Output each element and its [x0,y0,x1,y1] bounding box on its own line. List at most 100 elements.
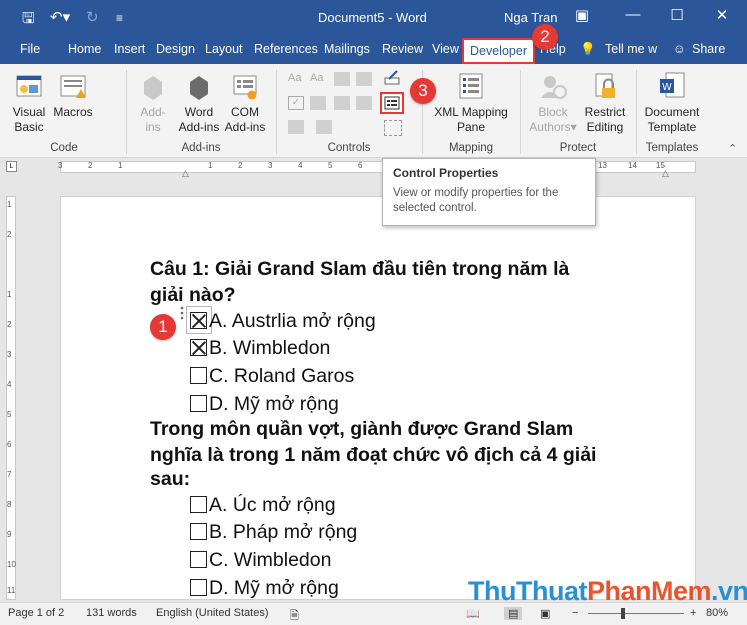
checkbox[interactable] [190,523,207,540]
addins-label-1: Add- [140,105,166,119]
block-authors-label-1: Block [538,105,568,119]
checkbox[interactable] [190,367,207,384]
zoom-slider[interactable] [588,613,684,614]
print-layout-icon[interactable]: ▤ [504,607,523,620]
language-indicator[interactable]: English (United States) [156,607,269,619]
proofing-icon[interactable]: 🗎 [290,607,299,625]
page-count[interactable]: Page 1 of 2 [8,607,64,619]
minimize-icon[interactable]: — [621,6,645,23]
checkbox-control-icon[interactable]: ✓ [288,96,304,110]
web-layout-icon[interactable]: ▣ [540,607,550,620]
ruler-tick: 9 [7,530,12,539]
word-count[interactable]: 131 words [86,607,137,619]
ribbon-tabs: File Home Insert Design Layout Reference… [0,36,747,64]
collapse-ribbon-icon[interactable]: ⌃ [728,142,737,155]
option-row[interactable]: B. Wimbledon [190,337,330,360]
xml-mapping-label-1: XML Mapping [434,105,508,119]
macros-button[interactable]: Macros [52,70,94,120]
tooltip-body-line-1: View or modify properties for the [393,187,559,199]
option-row[interactable]: C. Wimbledon [190,549,331,572]
tab-references[interactable]: References [254,42,318,56]
checkbox[interactable] [190,496,207,513]
control-properties-button[interactable] [380,92,404,114]
tab-layout[interactable]: Layout [205,42,243,56]
checkbox[interactable] [190,312,207,329]
repeating-section-control-icon[interactable] [288,120,304,134]
svg-text:W: W [662,82,672,93]
option-row[interactable]: C. Roland Garos [190,365,354,388]
restrict-editing-button[interactable]: Restrict Editing [580,70,630,135]
save-icon[interactable]: 🖫 [22,8,35,33]
xml-mapping-pane-button[interactable]: XML Mapping Pane [430,70,512,135]
checkbox[interactable] [190,395,207,412]
zoom-slider-thumb[interactable] [621,608,625,619]
tab-selector-icon[interactable]: L [6,161,17,172]
com-addins-button[interactable]: COM Add-ins [222,70,268,135]
document-page[interactable] [60,196,696,600]
undo-icon[interactable]: ↶▾ [50,8,70,26]
block-authors-button[interactable]: Block Authors▾ [526,70,580,135]
visual-basic-button[interactable]: Visual Basic [8,70,50,135]
xml-mapping-icon [459,73,483,99]
checkbox[interactable] [190,551,207,568]
option-row[interactable]: D. Mỹ mở rộng [190,577,339,600]
word-addins-label-2: Add-ins [178,120,220,134]
share-button[interactable]: Share [692,42,725,56]
option-row[interactable]: B. Pháp mở rộng [190,521,357,544]
tab-review[interactable]: Review [382,42,423,56]
protect-group-label: Protect [559,142,597,154]
maximize-icon[interactable]: ☐ [665,6,689,24]
user-name[interactable]: Nga Tran [504,10,557,25]
group-separator [520,70,521,154]
ruler-tick: 1 [208,161,213,170]
read-mode-icon[interactable]: 📖 [466,607,480,620]
tab-design[interactable]: Design [156,42,195,56]
zoom-level[interactable]: 80% [706,607,728,619]
close-icon[interactable]: ✕ [710,6,734,24]
combo-box-control-icon[interactable] [310,96,326,110]
checkbox[interactable] [190,339,207,356]
restrict-editing-label-2: Editing [586,120,624,134]
ruler-tick: 6 [358,161,363,170]
word-addins-button[interactable]: Word Add-ins [176,70,222,135]
zoom-in-icon[interactable]: + [690,607,696,619]
picture-control-icon[interactable] [334,72,350,86]
content-control-handle[interactable] [178,304,186,334]
ribbon-display-icon[interactable]: ▣ [570,6,594,24]
zoom-out-icon[interactable]: − [572,607,578,619]
indent-marker-icon[interactable]: △ [182,168,189,179]
ruler-tick: 10 [7,560,16,569]
plain-text-control-icon[interactable]: Aa [310,72,326,86]
tell-me-search[interactable]: Tell me w [605,42,657,56]
tab-file[interactable]: File [20,42,40,56]
design-mode-icon[interactable] [384,70,402,86]
rich-text-control-icon[interactable]: Aa [288,72,304,86]
building-block-control-icon[interactable] [356,72,372,86]
checkbox[interactable] [190,579,207,596]
redo-icon[interactable]: ↻ [86,8,99,26]
option-row[interactable]: A. Austrlia mở rộng [190,310,376,333]
date-picker-control-icon[interactable] [356,96,372,110]
tab-view[interactable]: View [432,42,459,56]
tab-developer[interactable]: Developer [462,38,535,64]
com-addins-label-1: COM [231,105,259,119]
customize-toolbar-icon[interactable]: ≡ [116,11,123,25]
option-row[interactable]: A. Úc mở rộng [190,494,336,517]
tab-mailings[interactable]: Mailings [324,42,370,56]
legacy-tools-icon[interactable] [316,120,332,134]
ruler-tick: 2 [7,320,12,329]
ruler-tick: 3 [268,161,273,170]
tab-home[interactable]: Home [68,42,101,56]
dropdown-control-icon[interactable] [334,96,350,110]
group-controls-icon[interactable] [384,120,402,136]
option-text: D. Mỹ mở rộng [209,577,339,599]
templates-group-label: Templates [645,142,699,154]
tab-insert[interactable]: Insert [114,42,145,56]
addins-button[interactable]: Add- ins [134,70,172,135]
document-template-label-1: Document [644,105,700,119]
ruler-tick: 1 [7,200,12,209]
document-template-button[interactable]: W Document Template [640,70,704,135]
share-icon[interactable]: ☺ [673,42,686,56]
option-row[interactable]: D. Mỹ mở rộng [190,393,339,416]
right-indent-marker-icon[interactable]: △ [662,168,669,179]
